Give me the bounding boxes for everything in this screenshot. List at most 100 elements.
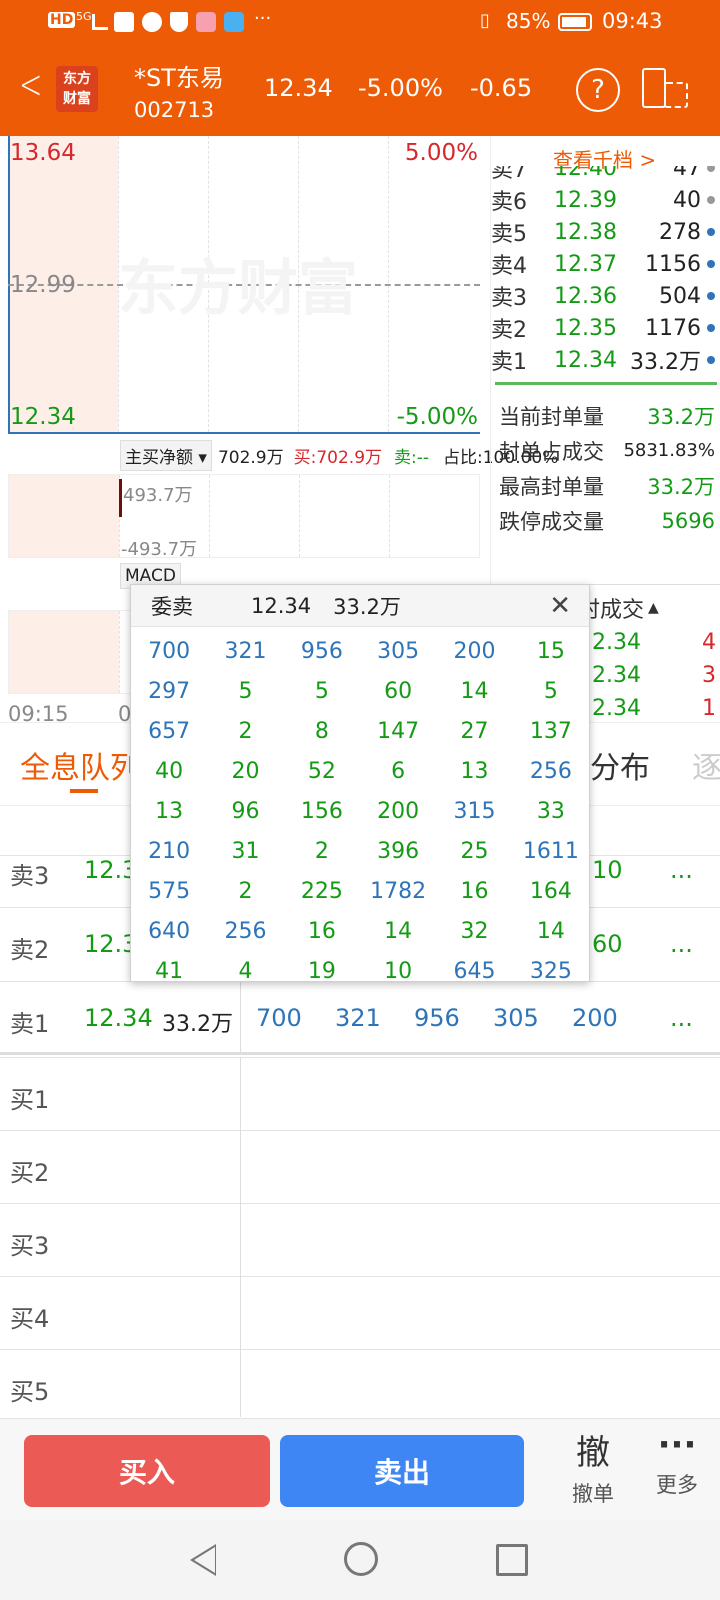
- popup-order-cell: 13: [460, 758, 489, 784]
- signal-icon: 5G: [76, 10, 92, 23]
- popup-order-cell: 14: [384, 918, 413, 944]
- level-dot: [707, 292, 715, 300]
- popup-order-cell: 15: [536, 638, 565, 664]
- row-price: 12.34: [84, 1004, 153, 1032]
- tab-queue[interactable]: 全息队列: [20, 743, 140, 787]
- level-price: 12.36: [554, 283, 617, 309]
- popup-order-cell: 657: [148, 718, 191, 744]
- queue-order: 700: [256, 1004, 302, 1032]
- tab-distribution[interactable]: 分布: [590, 743, 650, 787]
- tick-volume: 3: [702, 663, 716, 688]
- chart-low: 12.34: [10, 404, 76, 430]
- popup-volume: 33.2万: [333, 594, 401, 619]
- clock: 09:43: [602, 9, 663, 33]
- ticks-header: 时成交 ▲: [578, 590, 720, 626]
- logo-text: 东方: [63, 71, 91, 87]
- shield-icon: [170, 12, 188, 32]
- popup-order-cell: 225: [300, 878, 343, 904]
- popup-order-cell: 14: [460, 678, 489, 704]
- chart-high: 13.64: [10, 140, 76, 166]
- row-value: 60: [592, 930, 623, 958]
- queue-row-sell1[interactable]: 卖1 12.34 33.2万 700 321 956 305 200 ...: [0, 981, 720, 1055]
- level-price: 12.39: [554, 187, 617, 213]
- level-label: 卖5: [491, 222, 527, 247]
- chart-high-pct: 5.00%: [404, 140, 478, 166]
- cancel-label: 撤单: [572, 1482, 614, 1506]
- popup-order-cell: 2: [238, 718, 253, 744]
- level-label: 卖4: [491, 254, 527, 279]
- row-label: 卖1: [10, 1010, 50, 1038]
- row-more[interactable]: ...: [670, 1004, 693, 1032]
- last-price: 12.34: [264, 74, 333, 102]
- flow-sell: 卖:--: [394, 447, 430, 468]
- level-volume: 278: [659, 219, 701, 245]
- buy-button[interactable]: 买入: [24, 1435, 270, 1507]
- stat-value: 33.2万: [647, 404, 715, 429]
- seal-stat-row: 封单占成交 5831.83%: [499, 433, 715, 468]
- queue-order: 321: [335, 1004, 381, 1032]
- cancel-icon: 撤: [576, 1433, 610, 1473]
- orderbook-row[interactable]: 卖7 12.40 47: [491, 166, 715, 184]
- popup-order-cell: 40: [155, 758, 184, 784]
- tick-volume: 1: [702, 696, 716, 720]
- nav-recents-icon[interactable]: [496, 1544, 528, 1576]
- stat-label: 最高封单量: [499, 474, 604, 499]
- popup-order-cell: 16: [307, 918, 336, 944]
- cancel-order-button[interactable]: 撤 撤单: [560, 1425, 626, 1508]
- popup-order-cell: 137: [529, 718, 572, 744]
- row-label: 买2: [10, 1159, 50, 1187]
- level-price: 12.34: [554, 347, 617, 373]
- action-bar: 买入 卖出 撤 撤单 ··· 更多: [0, 1418, 720, 1520]
- orderbook-row[interactable]: 卖2 12.35 1176: [491, 312, 715, 344]
- level-volume: 1176: [645, 315, 701, 341]
- orderbook-row[interactable]: 卖4 12.37 1156: [491, 248, 715, 280]
- popup-order-cell: 256: [224, 918, 267, 944]
- price-chart[interactable]: 东方财富 13.64 5.00% 12.99 12.34 -5.00%: [8, 136, 480, 434]
- orderbook-row[interactable]: 卖5 12.38 278: [491, 216, 715, 248]
- orderbook-clip: 卖7 12.40 47 卖6 12.39 40 卖5 12.38 278 卖4 12.37 1156 卖…: [491, 166, 720, 398]
- queue-row-buy[interactable]: 买4: [0, 1276, 720, 1349]
- popup-order-cell: 297: [148, 678, 191, 704]
- back-button[interactable]: <: [19, 62, 42, 108]
- queue-row-buy[interactable]: 买3: [0, 1203, 720, 1276]
- popup-order-cell: 1611: [522, 838, 579, 864]
- popup-order-cell: 31: [231, 838, 260, 864]
- popup-order-cell: 315: [453, 798, 496, 824]
- status-bar: HD 5G ··· ▯ 85% 09:43: [0, 0, 720, 44]
- tab-indicator: [70, 789, 98, 793]
- nav-home-icon[interactable]: [344, 1542, 378, 1576]
- popup-order-cell: 10: [384, 958, 413, 984]
- tick-volume: 4: [702, 630, 716, 655]
- sort-up-icon[interactable]: ▲: [648, 600, 659, 616]
- stat-label: 当前封单量: [499, 404, 604, 429]
- popup-order-cell: 4: [238, 958, 253, 984]
- hd-icon: HD: [48, 12, 76, 28]
- close-icon[interactable]: ✕: [549, 591, 571, 621]
- more-button[interactable]: ··· 更多: [644, 1425, 710, 1499]
- popup-grid: 700 321 956 305 200 15 297 5 5 60 14 5 657 2 8 147 27 137…: [131, 627, 589, 991]
- flow-selector[interactable]: 主买净额 ▾: [120, 439, 212, 471]
- landscape-toggle-button[interactable]: [642, 64, 690, 110]
- queue-row-buy[interactable]: 买1: [0, 1057, 720, 1130]
- tick-row: 12.34 3: [578, 659, 720, 692]
- rotate-icon: [664, 82, 688, 108]
- popup-order-cell: 200: [453, 638, 496, 664]
- popup-order-cell: 60: [384, 678, 413, 704]
- orderbook-row[interactable]: 卖1 12.34 33.2万: [491, 344, 715, 376]
- row-more[interactable]: ...: [670, 856, 693, 884]
- row-more[interactable]: ...: [670, 930, 693, 958]
- orderbook-row[interactable]: 卖3 12.36 504: [491, 280, 715, 312]
- level-label: 卖2: [491, 318, 527, 343]
- flow-chart[interactable]: 493.7万 -493.7万: [8, 474, 480, 560]
- tab-tick-by-tick[interactable]: 逐: [692, 743, 720, 787]
- popup-order-cell: 956: [300, 638, 343, 664]
- popup-title: 委卖: [151, 594, 193, 619]
- sell-button[interactable]: 卖出: [280, 1435, 524, 1507]
- popup-order-cell: 52: [307, 758, 336, 784]
- orderbook-row[interactable]: 卖6 12.39 40: [491, 184, 715, 216]
- help-button[interactable]: ?: [576, 68, 620, 112]
- level-dot: [707, 324, 715, 332]
- queue-row-buy[interactable]: 买5: [0, 1349, 720, 1422]
- queue-row-buy[interactable]: 买2: [0, 1130, 720, 1203]
- flow-axis-bottom: -493.7万: [121, 539, 198, 560]
